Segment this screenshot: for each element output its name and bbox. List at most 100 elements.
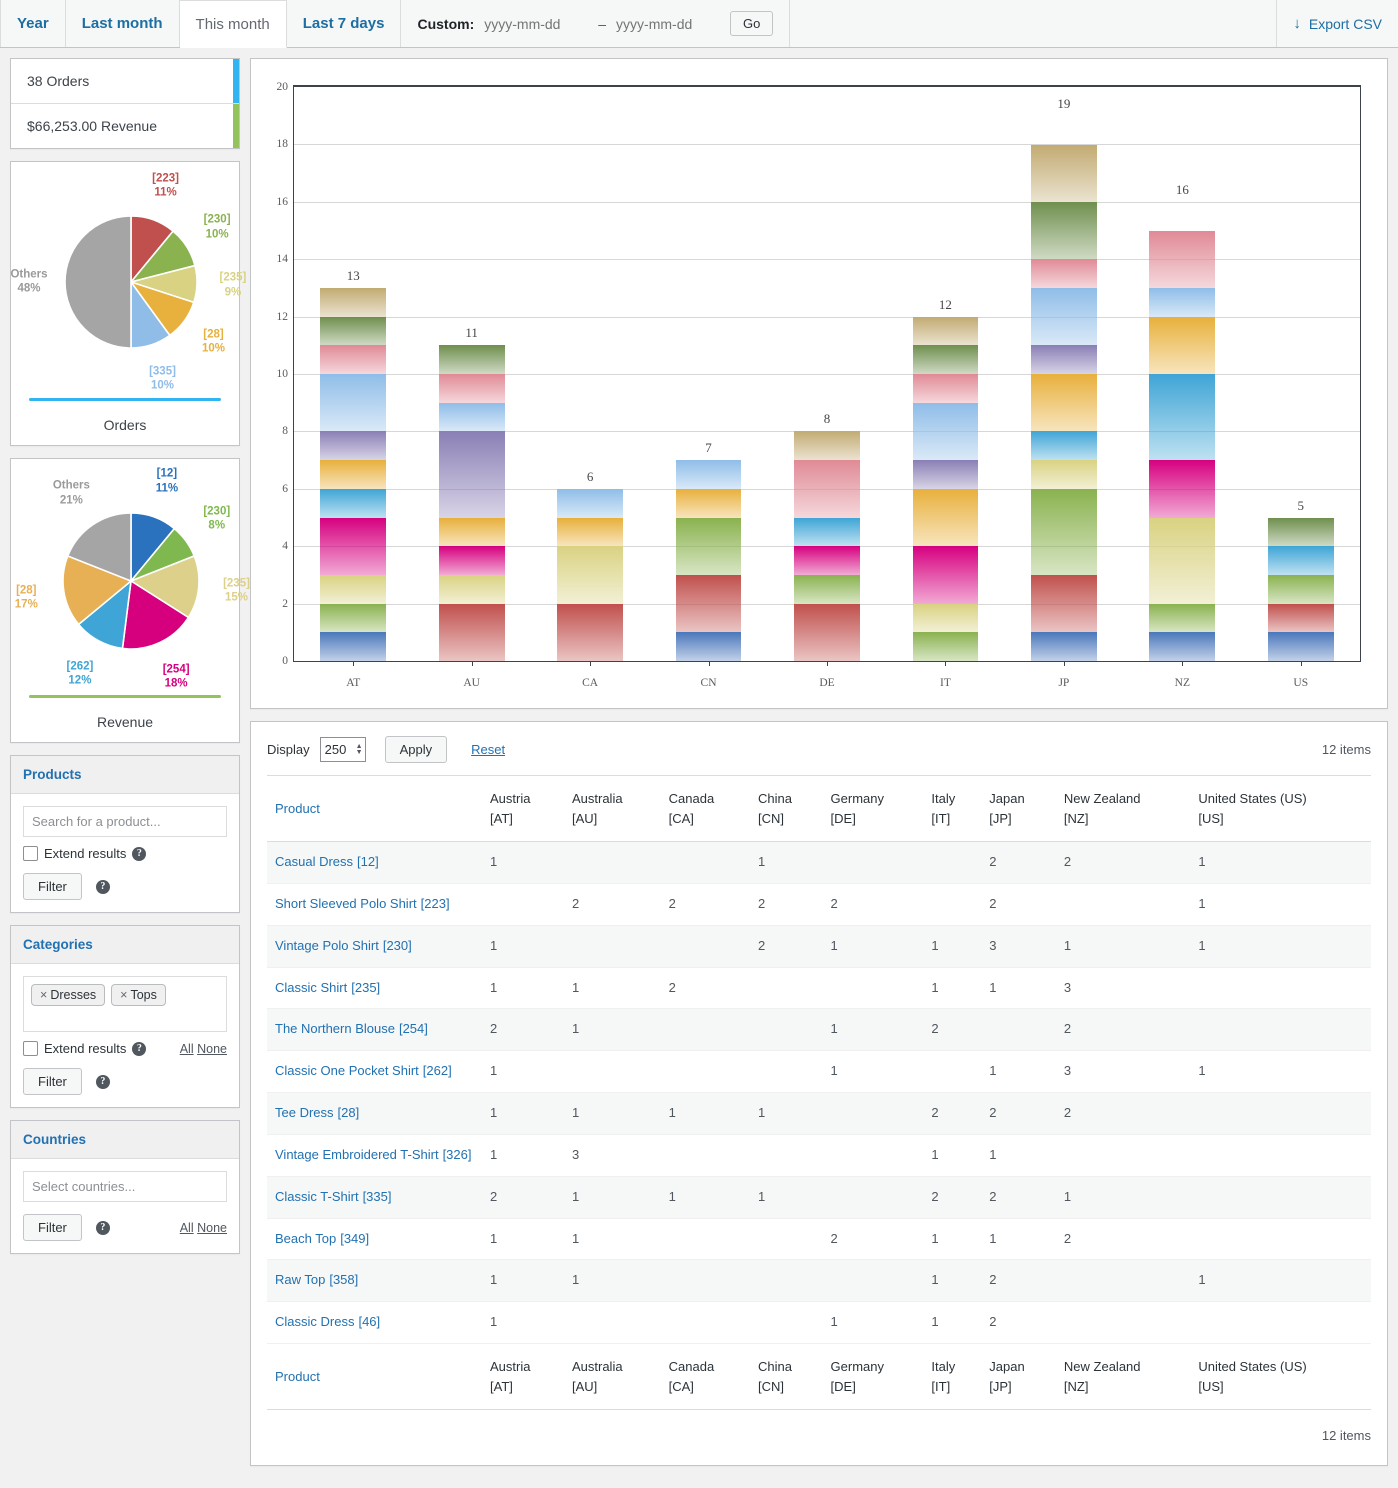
product-name-cell[interactable]: Vintage Embroidered T-Shirt [326] — [267, 1134, 482, 1177]
chart-bar-segment[interactable] — [557, 488, 623, 518]
products-extend-results-checkbox[interactable] — [23, 846, 38, 861]
product-name-cell[interactable]: Classic One Pocket Shirt [262] — [267, 1050, 482, 1094]
chart-bar-segment[interactable] — [320, 488, 387, 518]
chart-bar-segment[interactable] — [675, 460, 742, 489]
display-count-stepper[interactable]: ▲ ▼ — [356, 743, 363, 756]
chart-bar-segment[interactable] — [794, 603, 860, 661]
chart-bar-segment[interactable] — [1149, 230, 1216, 288]
product-name-cell[interactable]: Classic Dress [46] — [267, 1301, 482, 1345]
product-name-cell[interactable]: Beach Top [349] — [267, 1218, 482, 1261]
product-name-cell[interactable]: Classic Shirt [235] — [267, 967, 482, 1010]
chart-bar-segment[interactable] — [1031, 488, 1097, 575]
chart-bar-segment[interactable] — [1031, 259, 1097, 288]
chart-bar-segment[interactable] — [1031, 201, 1097, 260]
chart-bar-segment[interactable] — [438, 603, 505, 661]
chart-bar-segment[interactable] — [1149, 460, 1216, 518]
chart-bar-segment[interactable] — [320, 603, 387, 633]
chart-bar-segment[interactable] — [320, 374, 387, 432]
chart-bar-segment[interactable] — [912, 316, 979, 346]
categories-select-none-link[interactable]: None — [197, 1042, 227, 1056]
chart-bar-segment[interactable] — [1149, 603, 1216, 633]
go-button[interactable]: Go — [730, 11, 774, 36]
chart-bar-segment[interactable] — [794, 431, 860, 461]
product-link[interactable]: Classic Dress — [275, 1314, 354, 1329]
chart-bar-segment[interactable] — [912, 374, 979, 403]
chart-bar-segment[interactable] — [1267, 517, 1334, 547]
chart-bar-segment[interactable] — [1149, 517, 1216, 604]
chart-bar-segment[interactable] — [794, 546, 860, 575]
chart-bar-segment[interactable] — [1267, 603, 1334, 633]
chart-bar[interactable]: 12 — [912, 297, 979, 661]
chart-bar-segment[interactable] — [438, 345, 505, 375]
chart-bar[interactable]: 19 — [1031, 96, 1097, 661]
product-search-input[interactable] — [23, 806, 227, 837]
chart-bar-segment[interactable] — [794, 574, 860, 604]
apply-button[interactable]: Apply — [384, 736, 448, 763]
chart-bar-segment[interactable] — [320, 345, 387, 375]
chart-bar[interactable]: 16 — [1149, 182, 1216, 661]
categories-extend-results-checkbox[interactable] — [23, 1041, 38, 1056]
remove-token-icon[interactable]: × — [40, 988, 47, 1002]
product-name-cell[interactable]: Classic T-Shirt [335] — [267, 1176, 482, 1219]
remove-token-icon[interactable]: × — [120, 988, 127, 1002]
chart-bar-segment[interactable] — [557, 603, 623, 661]
chart-bar[interactable]: 11 — [438, 325, 505, 661]
categories-filter-button[interactable]: Filter — [23, 1068, 82, 1095]
chart-bar[interactable]: 8 — [794, 411, 860, 661]
chart-bar-segment[interactable] — [1031, 574, 1097, 633]
chart-bar-segment[interactable] — [320, 632, 387, 661]
chart-bar-segment[interactable] — [438, 574, 505, 604]
product-name-cell[interactable]: Tee Dress [28] — [267, 1092, 482, 1135]
chart-bar-segment[interactable] — [438, 402, 505, 432]
chart-bar[interactable]: 5 — [1267, 498, 1334, 661]
product-link[interactable]: Classic One Pocket Shirt — [275, 1063, 419, 1078]
chart-bar-segment[interactable] — [438, 431, 505, 518]
chart-bar-segment[interactable] — [438, 546, 505, 575]
chart-bar-segment[interactable] — [438, 517, 505, 547]
product-name-cell[interactable]: The Northern Blouse [254] — [267, 1008, 482, 1052]
chart-bar-segment[interactable] — [1031, 287, 1097, 346]
product-name-cell[interactable]: Short Sleeved Polo Shirt [223] — [267, 883, 482, 926]
chart-bar-segment[interactable] — [557, 517, 623, 547]
chart-bar-segment[interactable] — [912, 402, 979, 461]
chart-bar-segment[interactable] — [320, 517, 387, 575]
chart-bar-segment[interactable] — [320, 316, 387, 346]
product-link[interactable]: Casual Dress — [275, 854, 353, 869]
product-link[interactable]: Classic T-Shirt — [275, 1189, 359, 1204]
countries-select-input[interactable] — [23, 1171, 227, 1202]
chart-bar-segment[interactable] — [1031, 632, 1097, 661]
chart-bar-segment[interactable] — [912, 546, 979, 604]
chart-bar-segment[interactable] — [1149, 316, 1216, 375]
chart-bar-segment[interactable] — [794, 460, 860, 518]
chart-bar-segment[interactable] — [912, 603, 979, 633]
chart-bar[interactable]: 6 — [557, 469, 623, 661]
chart-bar-segment[interactable] — [1031, 345, 1097, 375]
chart-bar-segment[interactable] — [912, 460, 979, 489]
chart-bar-segment[interactable] — [1149, 632, 1216, 661]
export-csv-button[interactable]: ↓ Export CSV — [1276, 0, 1398, 47]
chart-bar-segment[interactable] — [675, 488, 742, 518]
product-link[interactable]: Beach Top — [275, 1231, 336, 1246]
product-link[interactable]: Vintage Embroidered T-Shirt — [275, 1147, 439, 1162]
chart-bar-segment[interactable] — [1031, 431, 1097, 461]
tab-year[interactable]: Year — [0, 0, 66, 47]
help-icon[interactable]: ? — [95, 1074, 110, 1089]
tab-last-7-days[interactable]: Last 7 days — [286, 0, 402, 47]
chart-bar[interactable]: 7 — [675, 440, 742, 661]
chart-bar-segment[interactable] — [912, 488, 979, 547]
chart-bar-segment[interactable] — [912, 345, 979, 375]
product-name-cell[interactable]: Casual Dress [12] — [267, 841, 482, 884]
chart-bar-segment[interactable] — [912, 632, 979, 661]
reset-link[interactable]: Reset — [471, 742, 505, 757]
chart-bar-segment[interactable] — [675, 517, 742, 575]
product-link[interactable]: Short Sleeved Polo Shirt — [275, 896, 417, 911]
product-name-cell[interactable]: Raw Top [358] — [267, 1259, 482, 1303]
countries-select-none-link[interactable]: None — [197, 1221, 227, 1235]
tab-this-month[interactable]: This month — [179, 0, 287, 48]
chart-bar-segment[interactable] — [675, 632, 742, 661]
chart-bar-segment[interactable] — [1267, 546, 1334, 575]
chart-bar-segment[interactable] — [320, 460, 387, 489]
product-name-cell[interactable]: Vintage Polo Shirt [230] — [267, 925, 482, 968]
date-to-input[interactable] — [616, 13, 721, 34]
column-header-product[interactable]: Product — [267, 775, 482, 842]
